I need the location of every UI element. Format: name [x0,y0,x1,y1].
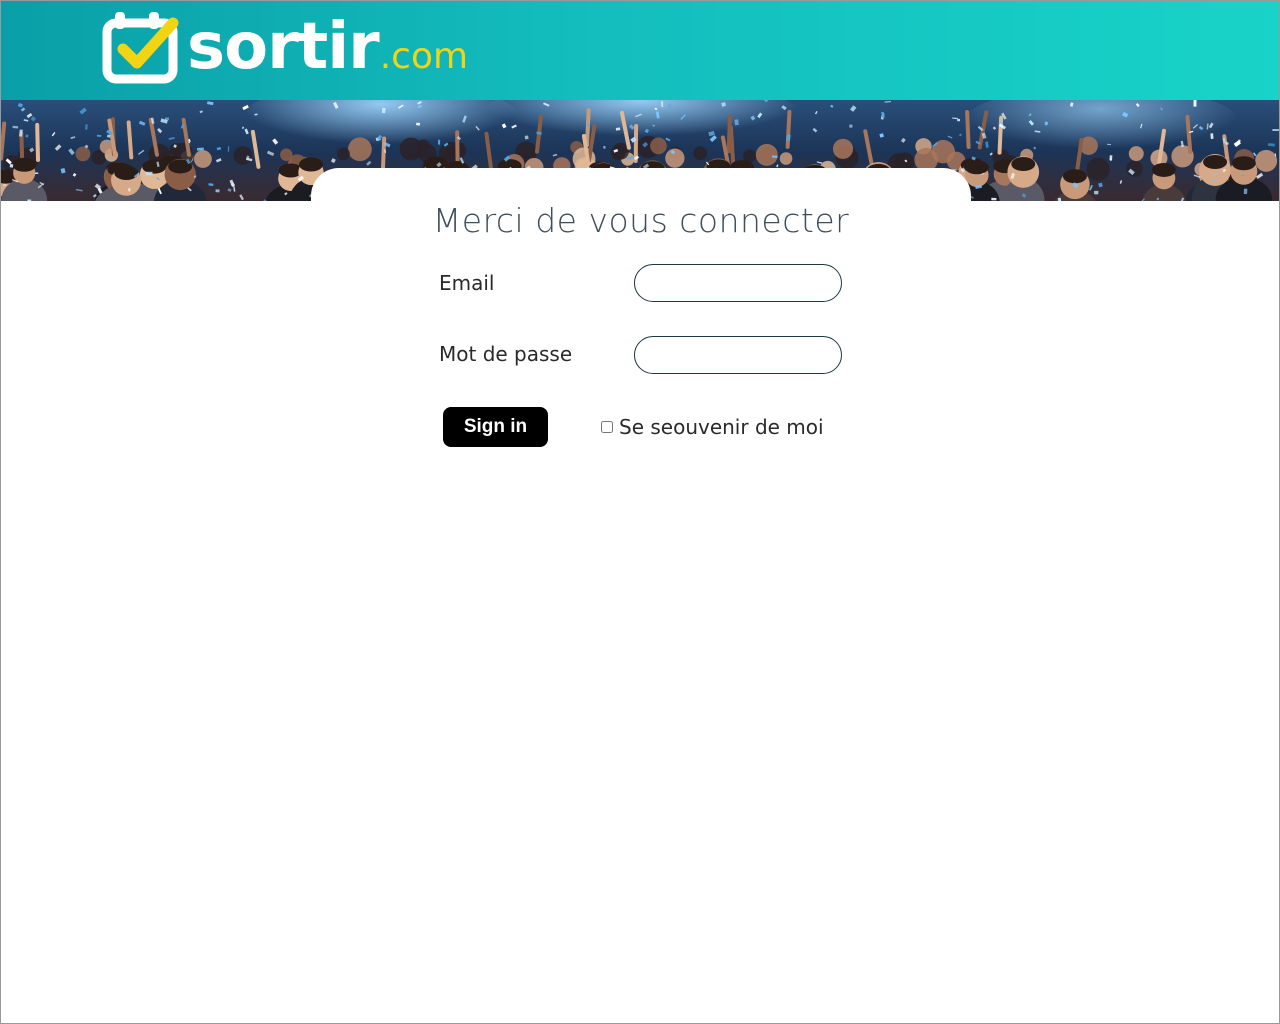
site-header: sortir .com [1,1,1279,100]
login-page: sortir .com Merci de vous connecter Emai… [0,0,1280,1024]
crowd-head [693,146,708,161]
email-field[interactable] [634,264,842,302]
crowd-hair [964,160,989,175]
login-title: Merci de vous connecter [432,201,850,240]
crowd-head [336,147,350,161]
email-label: Email [439,271,495,295]
crowd-head [755,143,778,166]
logo-suffix: .com [379,36,469,77]
crowd-head [75,146,91,162]
crowd-hair [1011,157,1036,172]
password-field[interactable] [634,336,842,374]
confetti-piece [734,119,739,126]
password-label: Mot de passe [439,342,573,366]
sign-in-button[interactable]: Sign in [443,407,548,447]
crowd-arm [785,109,792,149]
crowd-arm [35,122,41,162]
confetti-piece [1225,142,1229,145]
confetti-piece [1193,100,1197,107]
logo-name: sortir [187,10,380,84]
confetti-piece [1272,128,1279,132]
crowd-head [347,137,372,162]
confetti-piece [661,101,664,108]
calendar-check-icon [102,12,179,84]
crowd-head [650,137,667,155]
crowd-hair [12,157,37,172]
confetti-piece [188,138,190,142]
remember-me-checkbox[interactable] [601,421,613,433]
confetti-piece [106,134,111,138]
confetti-piece [85,124,88,130]
confetti-piece [849,124,853,128]
confetti-piece [786,134,791,142]
remember-me-label: Se seouvenir de moi [619,415,824,439]
confetti-piece [145,171,153,176]
confetti-piece [1243,188,1248,195]
crowd-head [779,152,793,165]
crowd-hair [298,157,323,172]
confetti-piece [3,184,7,187]
crowd-hair [1203,155,1228,170]
confetti-piece [1094,190,1099,195]
crowd-head [193,150,212,168]
confetti-piece [96,134,102,137]
confetti-piece [128,188,131,192]
crowd-hair [142,159,167,174]
crowd-head [1126,160,1143,177]
confetti-piece [957,118,961,122]
confetti-piece [668,104,671,108]
crowd-hair [114,165,139,180]
confetti-piece [1267,143,1275,147]
crowd-hair [1231,156,1256,171]
crowd-hair [1062,169,1087,184]
confetti-piece [603,146,606,149]
confetti-piece [991,197,997,201]
confetti-piece [1210,133,1214,139]
confetti-piece [196,147,204,151]
site-logo[interactable]: sortir .com [101,7,468,87]
crowd-head [1128,146,1144,162]
crowd-head [1086,157,1110,181]
crowd-arm [965,110,971,150]
crowd-arm [1185,114,1193,154]
remember-me[interactable]: Se seouvenir de moi [600,415,824,439]
crowd-head [233,146,253,165]
crowd-hair [1151,162,1176,177]
crowd-arm [126,120,134,160]
crowd-arm [585,108,591,148]
confetti-piece [416,122,421,126]
crowd-head [1255,149,1278,172]
confetti-piece [215,189,220,193]
crowd-head [832,138,854,159]
crowd-head [610,145,626,161]
confetti-piece [438,139,441,145]
confetti-piece [381,107,386,114]
logo-wordmark: sortir .com [187,7,468,87]
confetti-piece [9,163,14,168]
confetti-piece [524,135,529,140]
crowd-head [665,148,685,168]
crowd-arm [728,125,736,165]
